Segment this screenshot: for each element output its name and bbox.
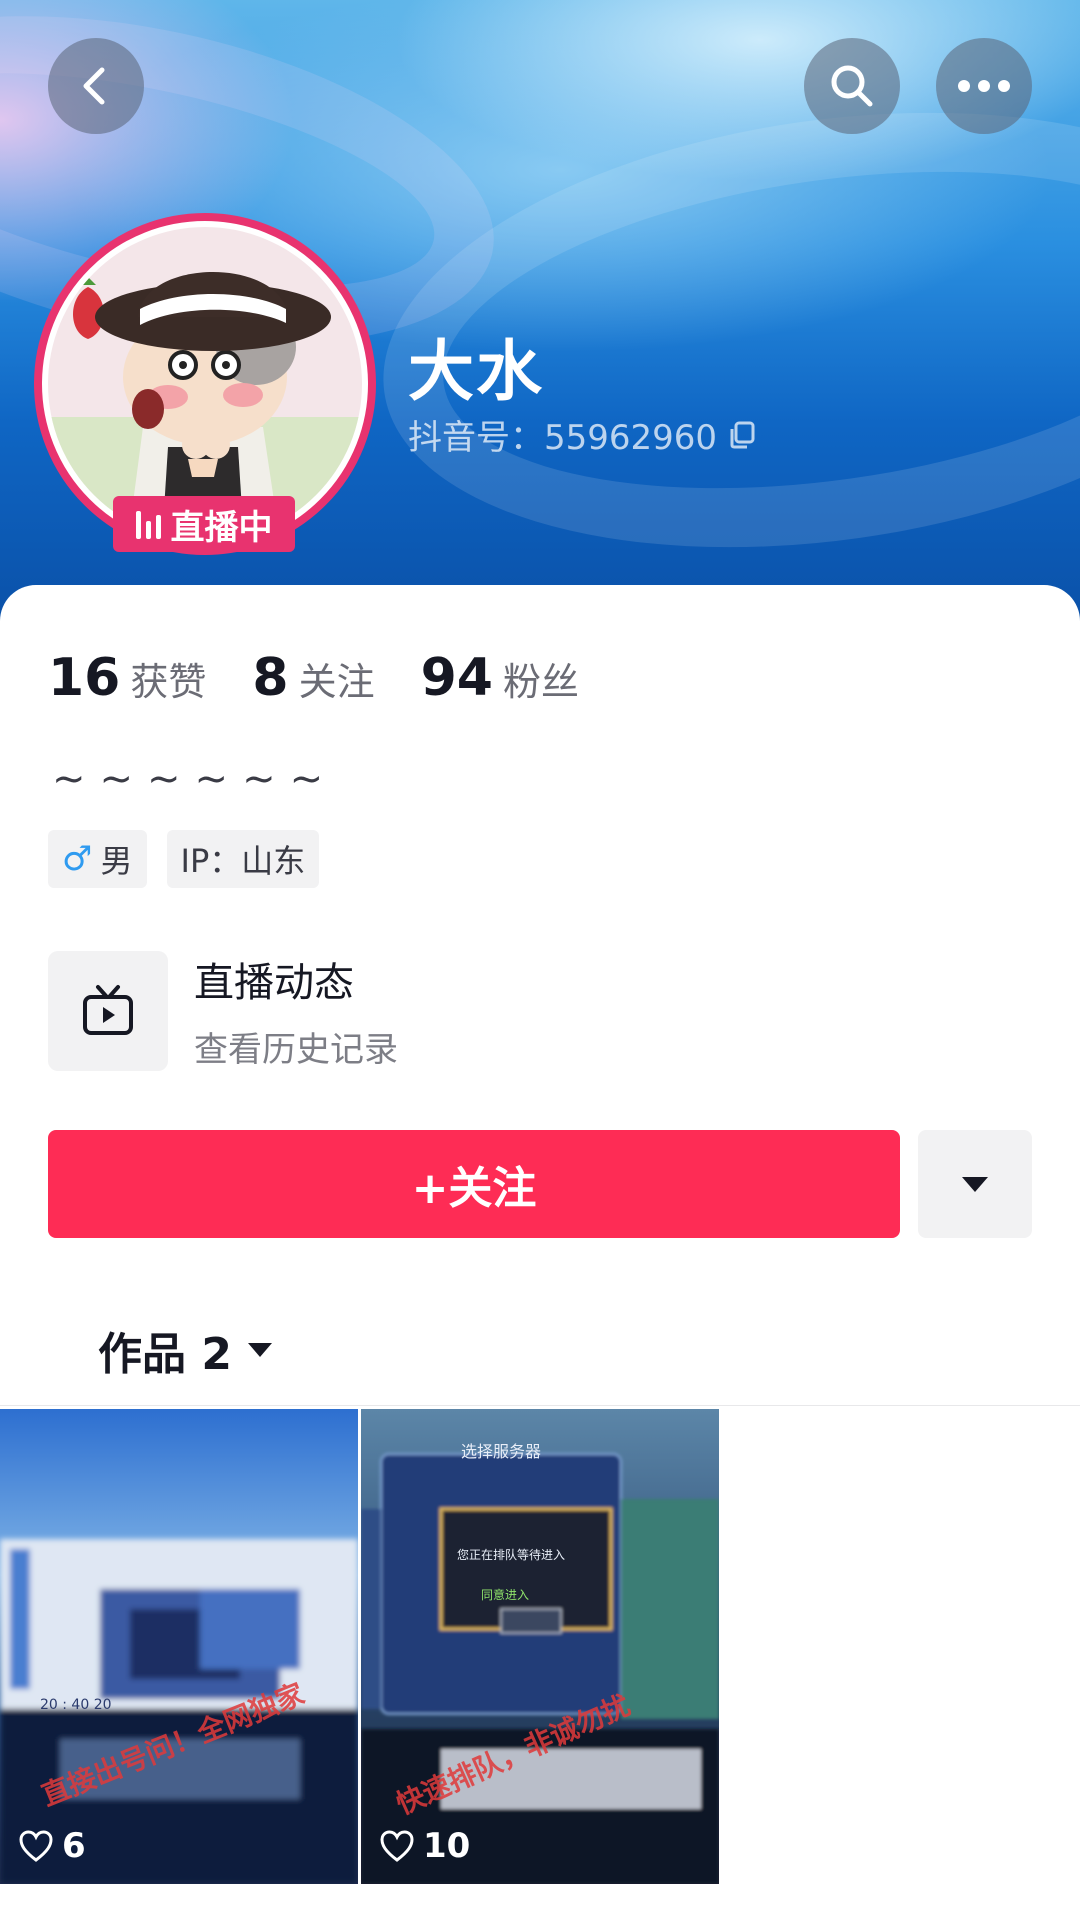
nickname: 大水 <box>408 333 544 410</box>
live-dynamic-title: 直播动态 <box>194 960 354 1006</box>
video-thumbnail[interactable]: 20 : 40 20 直接出号问！全网独家 6 <box>0 1409 358 1884</box>
heart-icon <box>19 1830 53 1862</box>
thumbnail-image: 选择服务器 您正在排队等待进入 同意进入 快速排队，非诚勿扰 <box>361 1409 719 1884</box>
live-badge-label: 直播中 <box>170 507 273 548</box>
male-icon: ♂ <box>62 839 93 879</box>
live-dynamic-text: 直播动态 查看历史记录 <box>194 950 398 1071</box>
stat-following[interactable]: 8 关注 <box>252 648 374 708</box>
stat-value: 16 <box>48 648 121 708</box>
video-thumbnail[interactable]: 选择服务器 您正在排队等待进入 同意进入 快速排队，非诚勿扰 10 <box>361 1409 719 1884</box>
search-icon <box>831 65 873 107</box>
ip-tag: IP：山东 <box>166 830 320 888</box>
svg-text:同意进入: 同意进入 <box>481 1587 529 1602</box>
live-dynamic-entry[interactable]: 直播动态 查看历史记录 <box>48 950 398 1071</box>
stat-label: 粉丝 <box>502 660 579 704</box>
follow-button[interactable]: +关注 <box>48 1130 900 1238</box>
live-bars-icon <box>135 509 161 539</box>
stat-value: 8 <box>252 648 289 708</box>
stat-followers[interactable]: 94 粉丝 <box>421 648 579 708</box>
ip-label: IP：山东 <box>180 842 306 880</box>
stats-row: 16 获赞 8 关注 94 粉丝 <box>48 648 579 708</box>
like-count-value: 10 <box>423 1826 471 1866</box>
svg-text:20 : 40 20: 20 : 40 20 <box>40 1697 112 1713</box>
chevron-left-icon <box>83 67 105 105</box>
heart-icon <box>380 1830 414 1862</box>
search-button[interactable] <box>804 38 900 134</box>
gender-tag: ♂ 男 <box>48 830 147 888</box>
caret-down-icon <box>962 1177 988 1192</box>
more-icon <box>958 80 1010 92</box>
more-button[interactable] <box>936 38 1032 134</box>
caret-down-icon <box>247 1343 272 1357</box>
live-badge[interactable]: 直播中 <box>113 496 295 552</box>
tv-icon <box>83 984 133 1035</box>
stat-label: 获赞 <box>130 660 207 704</box>
gender-label: 男 <box>100 842 133 880</box>
tv-icon-box <box>48 950 168 1071</box>
douyin-id-text: 抖音号：55962960 <box>408 418 718 458</box>
svg-text:您正在排队等待进入: 您正在排队等待进入 <box>457 1547 565 1562</box>
thumbnail-image: 20 : 40 20 直接出号问！全网独家 <box>0 1409 358 1884</box>
stat-likes[interactable]: 16 获赞 <box>48 648 206 708</box>
like-count-value: 6 <box>62 1826 86 1866</box>
douyin-id: 抖音号：55962960 <box>408 410 757 459</box>
like-count: 10 <box>379 1826 470 1866</box>
back-button[interactable] <box>48 38 144 134</box>
stat-label: 关注 <box>298 660 375 704</box>
like-count: 6 <box>18 1826 86 1866</box>
avatar-image <box>48 227 362 541</box>
divider <box>0 1405 1080 1406</box>
copy-icon[interactable] <box>727 420 757 450</box>
live-dynamic-subtitle: 查看历史记录 <box>194 1030 398 1070</box>
tab-works[interactable]: 作品 2 <box>98 1318 274 1382</box>
works-tab-label: 作品 2 <box>98 1329 232 1380</box>
svg-text:选择服务器: 选择服务器 <box>461 1442 541 1461</box>
bio-text: ~~~~~~ <box>52 756 338 802</box>
more-options-dropdown[interactable] <box>918 1130 1032 1238</box>
profile-tags: ♂ 男 IP：山东 <box>48 830 320 888</box>
stat-value: 94 <box>420 648 493 708</box>
